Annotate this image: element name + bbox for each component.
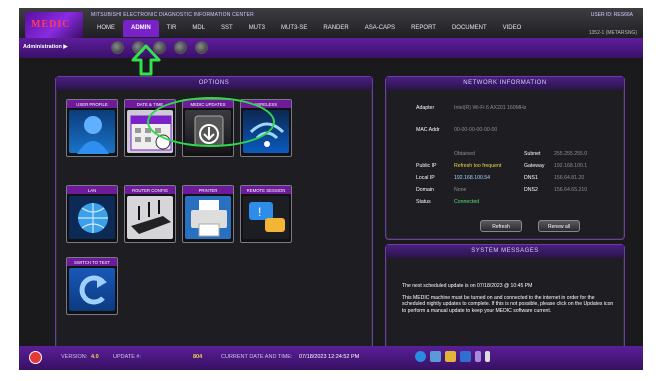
menu-asa-caps[interactable]: ASA-CAPS bbox=[357, 20, 403, 37]
menu-home[interactable]: HOME bbox=[89, 20, 123, 37]
tile-switch-to-test[interactable]: SWITCH TO TEST bbox=[66, 257, 118, 315]
public-ip-value: Refresh too frequent bbox=[454, 163, 502, 169]
dns2-label: DNS2 bbox=[524, 187, 538, 193]
router-icon bbox=[127, 196, 173, 239]
menu-mut3[interactable]: MUT3 bbox=[241, 20, 273, 37]
user-profile-icon bbox=[69, 110, 115, 154]
datetime-value: 07/18/2023 12:24:52 PM bbox=[299, 354, 360, 360]
tool-circle-icon[interactable] bbox=[111, 41, 124, 54]
menu-sst[interactable]: SST bbox=[213, 20, 241, 37]
folder-icon[interactable] bbox=[445, 351, 456, 362]
menu-mut3-se[interactable]: MUT3-SE bbox=[273, 20, 315, 37]
tile-label: USER PROFILE bbox=[67, 100, 117, 108]
renew-all-button[interactable]: Renew all bbox=[538, 220, 580, 232]
annotation-arrow-icon bbox=[131, 44, 161, 76]
help-icon[interactable] bbox=[415, 351, 426, 362]
status-footer: VERSION: 4.0 UPDATE #: 804 CURRENT DATE … bbox=[19, 346, 643, 370]
update-label: UPDATE #: bbox=[113, 354, 142, 360]
tile-user-profile[interactable]: USER PROFILE bbox=[66, 99, 118, 157]
refresh-button[interactable]: Refresh bbox=[480, 220, 522, 232]
medic-logo: MEDIC bbox=[25, 12, 83, 38]
local-ip-value: 192.168.100.54 bbox=[454, 175, 491, 181]
menu-mdl[interactable]: MDL bbox=[184, 20, 213, 37]
subnet-label: Subnet bbox=[524, 151, 541, 157]
user-id: USER ID: RES66A bbox=[590, 12, 633, 18]
public-ip-label: Public IP bbox=[416, 163, 437, 169]
menu-report[interactable]: REPORT bbox=[403, 20, 444, 37]
next-update-message: The next scheduled update is on 07/18/20… bbox=[402, 283, 533, 289]
mac-label: MAC Addr bbox=[416, 127, 440, 133]
version-label: VERSION: bbox=[61, 354, 88, 360]
gateway-label: Gateway bbox=[524, 163, 545, 169]
domain-value: None bbox=[454, 187, 467, 193]
options-title: OPTIONS bbox=[56, 77, 372, 90]
dns1-value: 156.64.81.20 bbox=[554, 175, 585, 181]
power-icon[interactable] bbox=[29, 351, 42, 364]
highlight-ring bbox=[147, 97, 275, 147]
globe-icon bbox=[69, 196, 115, 239]
app-title: MITSUBISHI ELECTRONIC DIAGNOSTIC INFORMA… bbox=[91, 12, 254, 18]
network-title: NETWORK INFORMATION bbox=[386, 77, 624, 90]
switch-icon bbox=[69, 268, 115, 311]
version-value: 4.0 bbox=[91, 354, 99, 360]
tool-circle-icon[interactable] bbox=[174, 41, 187, 54]
app-window: MEDIC MITSUBISHI ELECTRONIC DIAGNOSTIC I… bbox=[19, 8, 643, 370]
subnet-value: 255.255.255.0 bbox=[554, 151, 588, 157]
status-value: Connected bbox=[454, 199, 480, 205]
menu-admin[interactable]: ADMIN bbox=[123, 20, 159, 37]
mac-value: 00-00-00-00-00-00 bbox=[454, 127, 498, 133]
gateway-value: 192.168.100.1 bbox=[554, 163, 588, 169]
gauge-icon[interactable] bbox=[430, 351, 441, 362]
local-ip-label: Local IP bbox=[416, 175, 435, 181]
dns1-label: DNS1 bbox=[524, 175, 538, 181]
update-value: 804 bbox=[193, 354, 203, 360]
tile-label: LAN bbox=[67, 186, 117, 194]
menu-rander[interactable]: RANDER bbox=[315, 20, 356, 37]
logo-text: MEDIC bbox=[31, 19, 71, 30]
menu-tir[interactable]: TIR bbox=[159, 20, 185, 37]
tile-label: PRINTER bbox=[183, 186, 233, 194]
main-menu: HOME ADMIN TIR MDL SST MUT3 MUT3-SE RAND… bbox=[89, 20, 529, 37]
system-messages-title: SYSTEM MESSAGES bbox=[386, 245, 624, 258]
app-icon[interactable] bbox=[460, 351, 471, 362]
sub-bar: Administration ▶ bbox=[19, 38, 643, 58]
status-label: Status bbox=[416, 199, 431, 205]
breadcrumb[interactable]: Administration ▶ bbox=[23, 44, 68, 50]
dns2-value: 156.64.65.210 bbox=[554, 187, 588, 193]
adapter-value: Intel(R) Wi-Fi 6 AX201 160MHz bbox=[454, 105, 527, 111]
domain-label: Domain bbox=[416, 187, 434, 193]
chat-icon: ! bbox=[243, 196, 289, 239]
station-id: 1352-1 (METARSNG) bbox=[588, 30, 637, 36]
adapter-label: Adapter bbox=[416, 105, 435, 111]
battery-icon bbox=[485, 351, 490, 362]
network-information-panel: NETWORK INFORMATION Adapter Intel(R) Wi-… bbox=[385, 76, 625, 240]
tile-label: ROUTER CONFIG bbox=[125, 186, 175, 194]
menu-video[interactable]: VIDEO bbox=[495, 20, 530, 37]
ip-mode-value: Obtained bbox=[454, 151, 476, 157]
tile-lan[interactable]: LAN bbox=[66, 185, 118, 243]
menu-document[interactable]: DOCUMENT bbox=[444, 20, 495, 37]
update-instructions-message: This MEDIC machine must be turned on and… bbox=[402, 295, 614, 314]
datetime-label: CURRENT DATE AND TIME: bbox=[221, 354, 293, 360]
network-icon[interactable] bbox=[475, 351, 481, 362]
printer-icon bbox=[185, 196, 231, 239]
system-messages-panel: SYSTEM MESSAGES The next scheduled updat… bbox=[385, 244, 625, 362]
tile-printer[interactable]: PRINTER bbox=[182, 185, 234, 243]
system-tray bbox=[415, 351, 490, 362]
tile-label: SWITCH TO TEST bbox=[67, 258, 117, 266]
svg-text:!: ! bbox=[258, 205, 261, 219]
tile-label: REMOTE SESSION bbox=[241, 186, 291, 194]
top-bar: MEDIC MITSUBISHI ELECTRONIC DIAGNOSTIC I… bbox=[19, 8, 643, 38]
tile-router-config[interactable]: ROUTER CONFIG bbox=[124, 185, 176, 243]
tool-circle-icon[interactable] bbox=[195, 41, 208, 54]
tile-remote-session[interactable]: REMOTE SESSION ! bbox=[240, 185, 292, 243]
